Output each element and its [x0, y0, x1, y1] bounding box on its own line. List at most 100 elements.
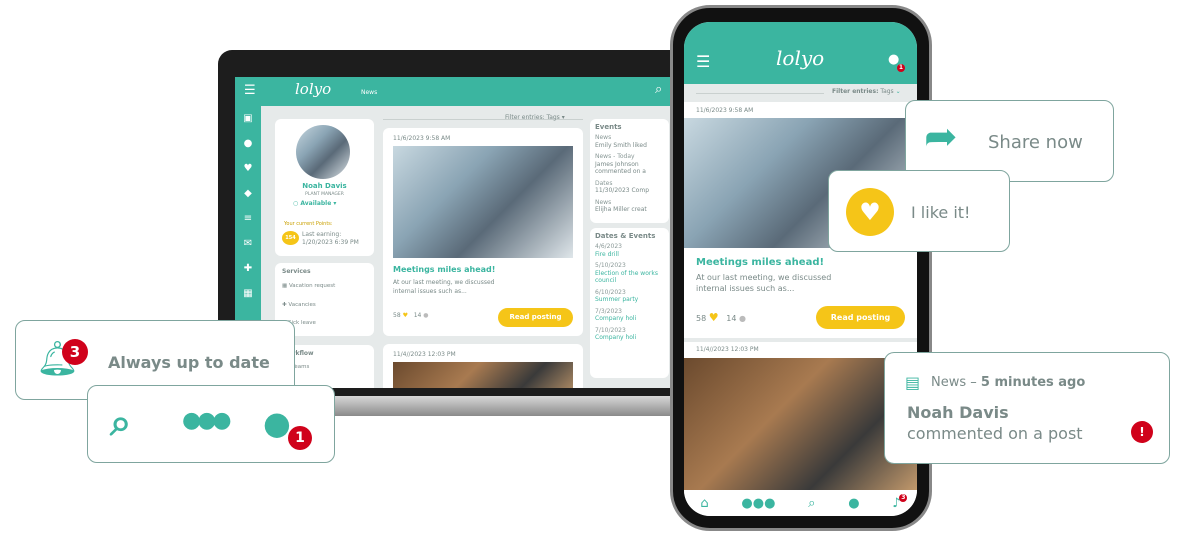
event-text: Emily Smith liked	[595, 141, 647, 149]
notification-meta: News – 5 minutes ago	[931, 375, 1085, 390]
filter-dropdown[interactable]: Filter entries: Tags ▾	[505, 114, 565, 121]
event-text: Elijha Miller creat	[595, 206, 647, 213]
heart-icon: ♥	[846, 188, 894, 236]
heart-icon[interactable]: ♥	[709, 311, 719, 324]
post-timestamp: 11/6/2023 9:58 AM	[393, 135, 451, 142]
menu-icon[interactable]: ☰	[696, 52, 710, 71]
date-item[interactable]: 6/10/2023 Summer party	[595, 289, 666, 304]
points-badge: 154	[282, 231, 299, 245]
read-posting-button[interactable]: Read posting	[816, 306, 905, 329]
filter-label: Filter entries:	[505, 114, 545, 121]
event-item[interactable]: News Elijha Miller creat	[595, 199, 666, 214]
read-posting-button[interactable]: Read posting	[498, 308, 573, 327]
profile-name: Noah Davis	[302, 182, 347, 190]
like-callout[interactable]: ♥ I like it!	[828, 170, 1010, 252]
date-item[interactable]: 7/10/2023 Company holi	[595, 327, 666, 342]
events-card: Events News Emily Smith liked News - Toda…	[590, 119, 669, 223]
post-title[interactable]: Meetings miles ahead!	[696, 257, 824, 268]
comment-icon[interactable]: ●	[423, 312, 428, 319]
post-image[interactable]	[393, 146, 573, 258]
add-user-icon[interactable]: ✚	[235, 256, 261, 281]
group-icon[interactable]: ●●●	[741, 496, 775, 511]
post-stats: 58 ♥ 14 ●	[393, 312, 429, 319]
features-callout: ⌕ ●●● ● 1	[87, 385, 335, 463]
mail-icon[interactable]: ✉	[235, 231, 261, 256]
events-list: News Emily Smith liked News - Today James …	[595, 134, 666, 218]
date-item[interactable]: 4/6/2023 Fire drill	[595, 243, 666, 258]
heart-icon[interactable]: ♥	[235, 156, 261, 181]
date-label: 5/10/2023	[595, 262, 626, 269]
calendar-icon[interactable]: ▣	[235, 106, 261, 131]
date-item[interactable]: 7/3/2023 Company holi	[595, 308, 666, 323]
services-title: Services	[282, 268, 311, 275]
service-label: Vacation request	[288, 283, 336, 289]
laptop-screen: ☰ lolyo News ⌕ ▣ ● ♥ ◆ ≡ ✉ ✚ ▦ Noah Davi…	[235, 77, 672, 388]
home-icon[interactable]: ⌂	[700, 496, 708, 511]
service-label: Vacancies	[288, 302, 316, 308]
comments-count: 14	[726, 314, 737, 323]
filter-label: Filter entries:	[832, 88, 879, 95]
date-label: 4/6/2023	[595, 243, 622, 250]
search-icon[interactable]: ⌕	[110, 400, 131, 445]
dates-list: 4/6/2023 Fire drill 5/10/2023 Election of …	[595, 243, 666, 346]
divider	[696, 93, 824, 94]
points-label: Your current Points:	[284, 221, 333, 227]
filter-dropdown[interactable]: Filter entries: Tags ⌄	[832, 88, 901, 95]
profile-role: PLANT MANAGER	[305, 192, 344, 197]
group-icon[interactable]: ●●●	[182, 408, 232, 433]
post-image[interactable]	[393, 362, 573, 388]
post-card: 11/4//2023 12:03 PM	[383, 344, 583, 388]
post-excerpt: At our last meeting, we discussed intern…	[393, 279, 495, 295]
event-text: 11/30/2023 Comp	[595, 187, 650, 194]
date-label: 7/3/2023	[595, 307, 622, 315]
filter-value: Tags	[546, 114, 560, 121]
bell-icon[interactable]: ♪ 3	[892, 493, 908, 511]
service-vacation[interactable]: ▦ Vacation request	[282, 283, 335, 289]
chat-icon[interactable]: ◆	[235, 181, 261, 206]
share-label: Share now	[988, 132, 1083, 153]
user-icon[interactable]: ●	[235, 131, 261, 156]
status-dropdown[interactable]: ○ Available ▾	[293, 200, 336, 207]
phone-screen: ☰ lolyo ● 1 Filter entries: Tags ⌄ 11/6/…	[684, 22, 917, 516]
comment-icon[interactable]: ●	[739, 314, 746, 323]
filter-value: Tags	[880, 88, 894, 95]
search-icon[interactable]: ⌕	[808, 496, 815, 511]
date-item[interactable]: 5/10/2023 Election of the works council	[595, 262, 666, 285]
likes-count: 58	[393, 312, 401, 319]
post-timestamp: 11/4//2023 12:03 PM	[393, 351, 456, 358]
event-item[interactable]: News - Today James Johnson commented on a	[595, 153, 666, 176]
chat-badge: 1	[897, 64, 905, 72]
post-title[interactable]: Meetings miles ahead!	[393, 265, 495, 274]
heart-icon[interactable]: ♥	[403, 312, 408, 319]
date-text: Company holi	[595, 315, 637, 322]
event-meta: Dates	[595, 179, 613, 187]
logo: lolyo	[295, 80, 332, 98]
dates-card: Dates & Events 4/6/2023 Fire drill 5/10/2…	[590, 228, 669, 378]
news-icon: ▤	[905, 373, 921, 392]
search-icon[interactable]: ⌕	[655, 82, 662, 97]
notification-category: News	[931, 375, 967, 390]
post-excerpt: At our last meeting, we discussed intern…	[696, 273, 832, 293]
dates-title: Dates & Events	[595, 232, 656, 240]
notification-time: 5 minutes ago	[980, 375, 1086, 390]
like-label: I like it!	[911, 203, 971, 222]
service-vacancies[interactable]: ✚ Vacancies	[282, 302, 316, 308]
bell-badge: 3	[899, 493, 908, 502]
user-icon[interactable]: ●	[848, 496, 859, 511]
event-item[interactable]: Dates 11/30/2023 Comp	[595, 180, 666, 195]
event-item[interactable]: News Emily Smith liked	[595, 134, 666, 149]
chat-icon[interactable]: ●	[263, 404, 291, 442]
notification-callout[interactable]: ▤ News – 5 minutes ago Noah Davis commen…	[884, 352, 1170, 464]
table-icon[interactable]: ▦	[235, 281, 261, 306]
nav-news[interactable]: News	[361, 89, 377, 96]
post-timestamp: 11/4//2023 12:03 PM	[696, 346, 759, 353]
post-card: 11/6/2023 9:58 AM Meetings miles ahead! …	[383, 128, 583, 336]
list-icon[interactable]: ≡	[235, 206, 261, 231]
menu-icon[interactable]: ☰	[244, 83, 256, 98]
events-title: Events	[595, 123, 622, 131]
event-meta: News - Today	[595, 153, 635, 160]
separator: –	[966, 375, 981, 390]
post-card: 11/4//2023 12:03 PM	[684, 342, 917, 492]
bell-icon: !	[1131, 421, 1153, 443]
post-image[interactable]	[684, 358, 917, 492]
